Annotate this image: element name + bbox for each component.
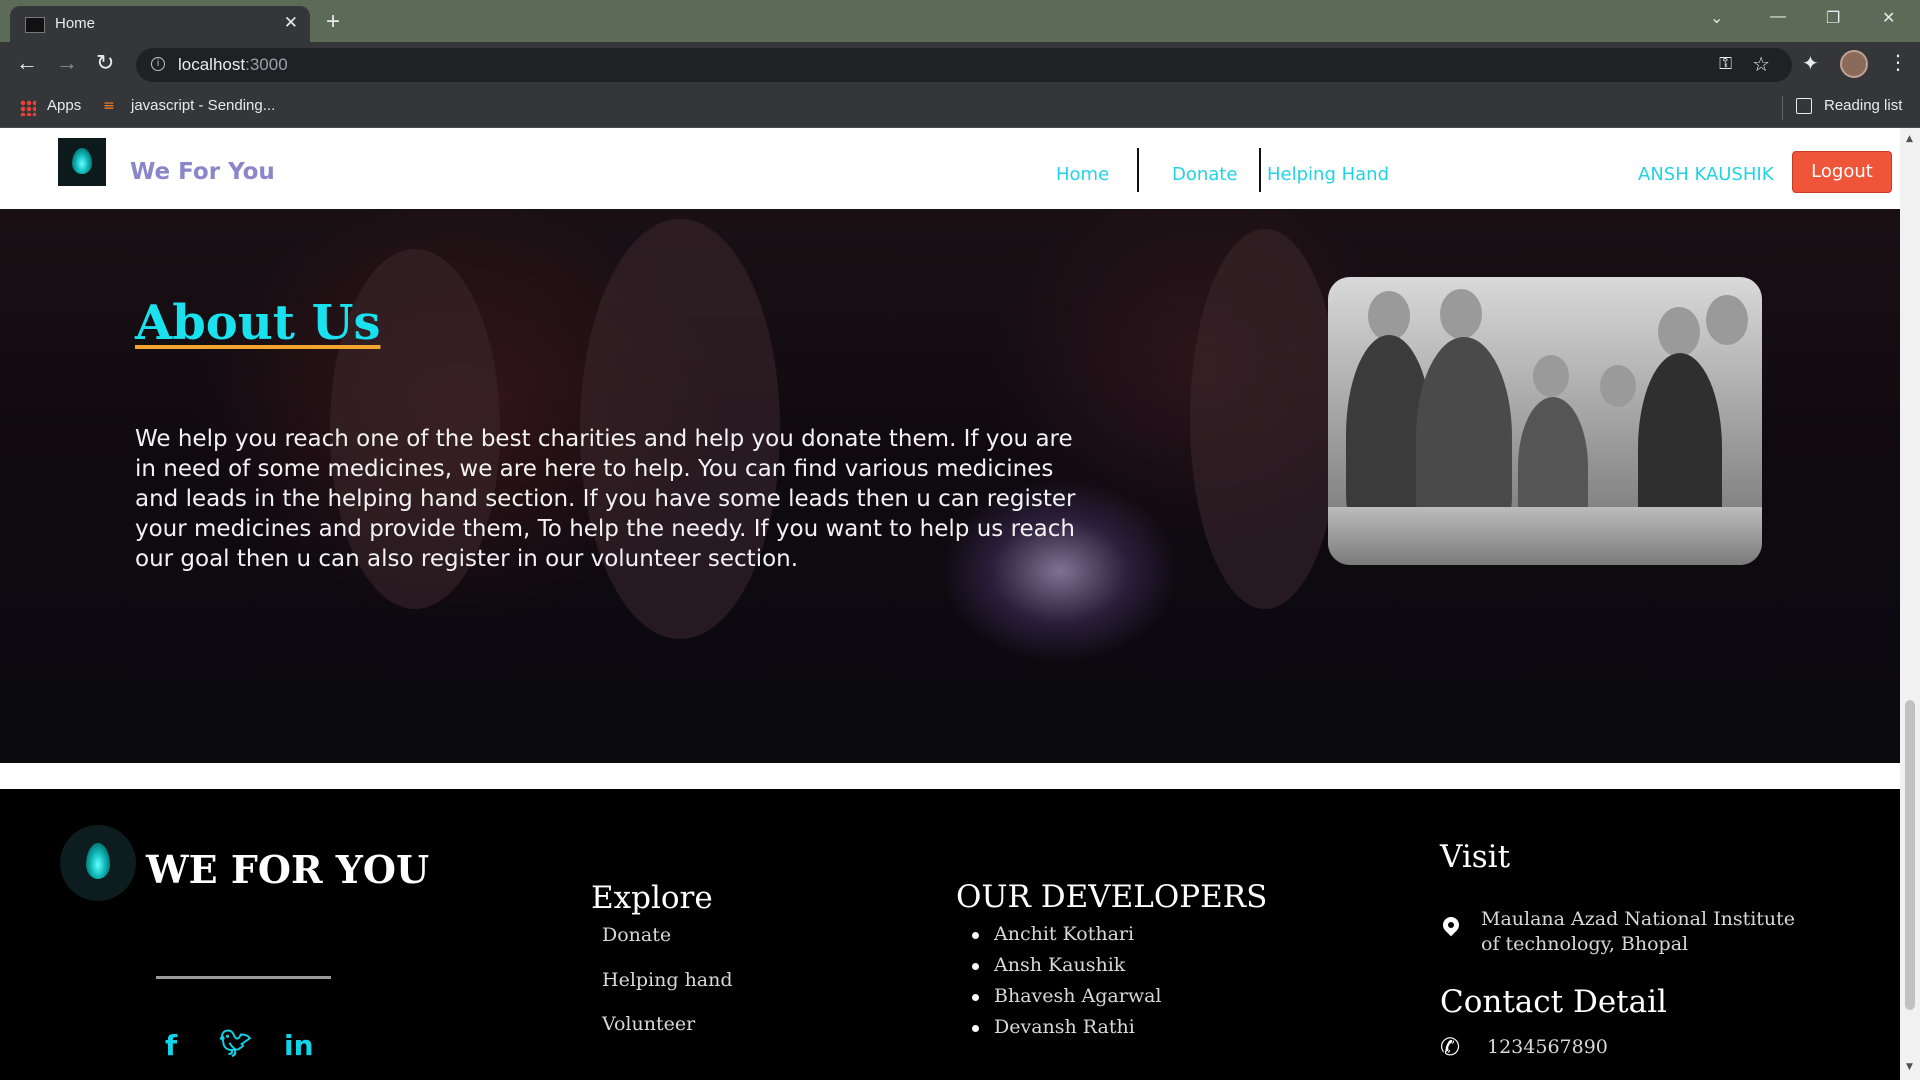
close-window-button[interactable]: ✕ xyxy=(1882,8,1895,28)
bookmark-apps[interactable]: Apps xyxy=(47,97,81,114)
footer-link-donate[interactable]: Donate xyxy=(602,924,671,946)
section-gap xyxy=(0,763,1900,789)
restore-button[interactable]: ❐ xyxy=(1826,8,1840,28)
bookmark-javascript[interactable]: javascript - Sending... xyxy=(131,97,275,114)
phone-number: 1234567890 xyxy=(1487,1036,1608,1058)
explore-heading: Explore xyxy=(591,880,713,916)
forward-button[interactable]: → xyxy=(56,50,78,76)
reading-list-icon[interactable] xyxy=(1796,98,1812,114)
minimize-button[interactable]: — xyxy=(1770,8,1786,26)
site-navbar: We For You Home Donate Helping Hand ANSH… xyxy=(0,128,1900,209)
scroll-up-arrow[interactable]: ▲ xyxy=(1906,134,1913,144)
phone-icon: ✆ xyxy=(1440,1033,1461,1061)
bookmarks-bar: Apps ≡ javascript - Sending... Reading l… xyxy=(0,88,1920,128)
nav-link-home[interactable]: Home xyxy=(1056,164,1109,185)
site-footer: WE FOR YOU f 🐦︎ in Explore Donate Helpin… xyxy=(0,789,1900,1080)
twitter-icon[interactable]: 🐦︎ xyxy=(219,1029,252,1059)
reload-button[interactable]: ↻ xyxy=(96,50,114,76)
footer-logo-icon xyxy=(60,825,136,901)
tab-search-icon[interactable]: ⌄ xyxy=(1710,8,1723,28)
url-text: localhost:3000 xyxy=(178,55,288,74)
profile-avatar[interactable] xyxy=(1840,50,1868,78)
bookmark-separator xyxy=(1782,96,1783,120)
address-bar[interactable]: i localhost:3000 ⚿ ☆ xyxy=(136,48,1792,82)
browser-tab[interactable]: Home ✕ xyxy=(10,6,310,42)
location-pin-icon xyxy=(1439,913,1463,937)
browser-tab-bar: Home ✕ + ⌄ — ❐ ✕ xyxy=(0,0,1920,42)
volunteers-photo xyxy=(1328,277,1762,565)
back-button[interactable]: ← xyxy=(16,50,38,76)
contact-heading: Contact Detail xyxy=(1440,984,1667,1020)
tab-close-icon[interactable]: ✕ xyxy=(284,13,298,33)
extensions-puzzle-icon[interactable]: ✦ xyxy=(1802,51,1819,75)
browser-toolbar: ← → ↻ i localhost:3000 ⚿ ☆ ✦ ⋮ xyxy=(0,42,1920,88)
address-text: Maulana Azad National Institute of techn… xyxy=(1481,908,1796,955)
reading-list-label[interactable]: Reading list xyxy=(1824,97,1902,114)
nav-link-helping-hand[interactable]: Helping Hand xyxy=(1267,164,1389,185)
nav-link-donate[interactable]: Donate xyxy=(1172,164,1237,185)
nav-divider xyxy=(1137,148,1139,192)
new-tab-button[interactable]: + xyxy=(326,8,340,36)
page-scrollbar[interactable]: ▲ ▼ xyxy=(1900,128,1920,1080)
background-figure xyxy=(1190,229,1340,609)
about-section: About Us We help you reach one of the be… xyxy=(0,209,1900,763)
logout-button[interactable]: Logout xyxy=(1792,151,1892,193)
apps-grid-icon[interactable] xyxy=(20,100,36,116)
scrollbar-thumb[interactable] xyxy=(1905,700,1915,1010)
password-key-icon[interactable]: ⚿ xyxy=(1719,54,1732,74)
about-title: About Us xyxy=(135,295,381,351)
site-info-icon[interactable]: i xyxy=(151,57,165,71)
developer-item: Ansh Kaushik xyxy=(972,954,1162,985)
site-logo-icon[interactable] xyxy=(58,138,106,186)
developers-list: Anchit Kothari Ansh Kaushik Bhavesh Agar… xyxy=(972,923,1162,1047)
facebook-icon[interactable]: f xyxy=(165,1029,177,1062)
footer-link-helping-hand[interactable]: Helping hand xyxy=(602,969,733,991)
developer-item: Anchit Kothari xyxy=(972,923,1162,954)
developer-item: Devansh Rathi xyxy=(972,1016,1162,1047)
tab-favicon-icon xyxy=(25,17,45,33)
footer-divider xyxy=(156,976,331,979)
browser-menu-icon[interactable]: ⋮ xyxy=(1888,50,1908,74)
scroll-down-arrow[interactable]: ▼ xyxy=(1906,1062,1913,1072)
nav-divider xyxy=(1259,148,1261,192)
linkedin-icon[interactable]: in xyxy=(284,1029,314,1062)
about-description: We help you reach one of the best charit… xyxy=(135,426,1076,572)
footer-link-volunteer[interactable]: Volunteer xyxy=(602,1013,695,1035)
page-content: We For You Home Donate Helping Hand ANSH… xyxy=(0,128,1900,1080)
developers-heading: OUR DEVELOPERS xyxy=(956,879,1268,915)
user-name[interactable]: ANSH KAUSHIK xyxy=(1638,164,1774,185)
stackoverflow-icon: ≡ xyxy=(103,98,115,114)
developer-item: Bhavesh Agarwal xyxy=(972,985,1162,1016)
bookmark-star-icon[interactable]: ☆ xyxy=(1752,52,1770,76)
footer-brand: WE FOR YOU xyxy=(146,847,430,892)
tab-title: Home xyxy=(55,15,96,32)
visit-heading: Visit xyxy=(1440,839,1511,875)
site-brand[interactable]: We For You xyxy=(130,159,275,185)
